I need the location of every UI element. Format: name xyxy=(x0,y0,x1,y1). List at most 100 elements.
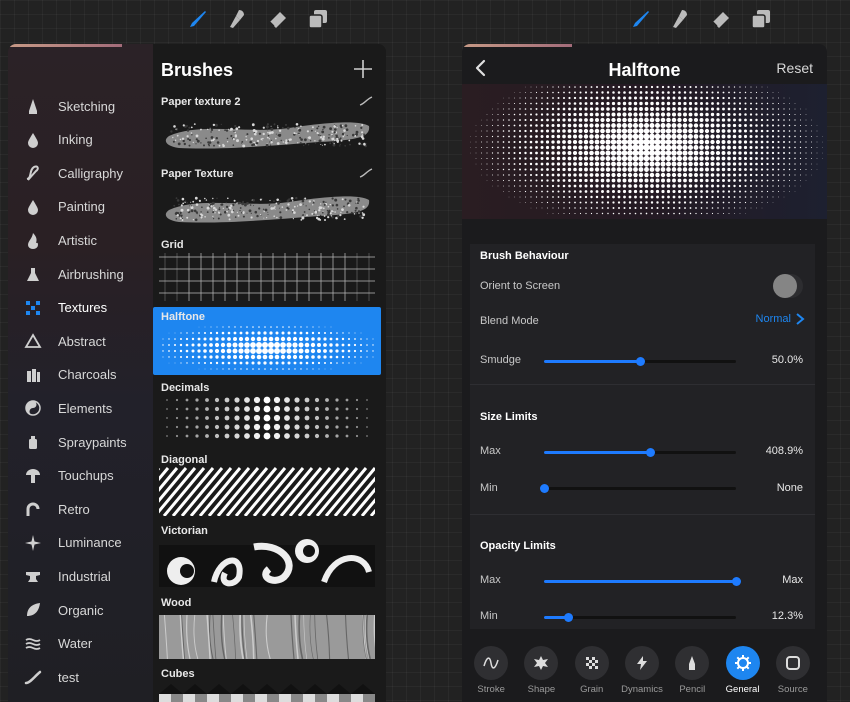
tab-icon-circle xyxy=(524,646,559,680)
tab-stroke[interactable]: Stroke xyxy=(466,646,516,702)
brush-item-grid[interactable]: Grid xyxy=(153,235,381,303)
opacity-min-label: Min xyxy=(480,610,498,622)
brush-stroke-icon-wrap xyxy=(23,667,43,687)
category-calligraphy[interactable]: Calligraphy xyxy=(8,158,153,188)
slider-knob[interactable] xyxy=(563,613,573,622)
orient-to-screen-toggle[interactable] xyxy=(773,274,803,298)
brush-name: Decimals xyxy=(161,382,210,394)
category-charcoals[interactable]: Charcoals xyxy=(8,360,153,390)
brush-name: Diagonal xyxy=(161,453,208,466)
brush-tool-button[interactable] xyxy=(621,0,661,38)
opacity-min-slider[interactable] xyxy=(544,613,736,622)
category-label: Painting xyxy=(58,199,105,215)
category-inking[interactable]: Inking xyxy=(8,125,153,155)
category-label: Airbrushing xyxy=(58,266,124,282)
size-min-value: None xyxy=(776,482,803,494)
category-label: Spraypaints xyxy=(58,434,127,450)
blend-mode-select[interactable]: Normal xyxy=(756,312,805,326)
slider-fill xyxy=(544,451,650,454)
tab-dynamics[interactable]: Dynamics xyxy=(617,646,667,702)
brush-item-decimals[interactable]: Decimals xyxy=(153,378,381,446)
anvil-icon-wrap xyxy=(23,566,43,586)
layers-icon xyxy=(751,10,770,29)
smudge-slider[interactable] xyxy=(544,357,736,366)
spray-can-icon-wrap xyxy=(23,432,43,452)
reset-button[interactable]: Reset xyxy=(776,60,813,76)
brush-studio-panel: Halftone Reset Brush Behaviour Orient to… xyxy=(462,44,827,702)
brush-stroke-preview xyxy=(159,466,375,516)
category-airbrushing[interactable]: Airbrushing xyxy=(8,259,153,289)
orient-to-screen-label: Orient to Screen xyxy=(480,280,561,292)
brush-item-wood[interactable]: Wood xyxy=(153,593,381,661)
brush-tool-button[interactable] xyxy=(178,0,218,38)
eraser-tool-button[interactable] xyxy=(701,0,741,38)
brush-settings: Brush Behaviour Orient to Screen Blend M… xyxy=(470,244,815,629)
tab-general[interactable]: General xyxy=(717,646,767,702)
layers-button[interactable] xyxy=(298,0,338,38)
brush-item-cubes[interactable]: Cubes xyxy=(153,664,381,702)
tab-grain[interactable]: Grain xyxy=(567,646,617,702)
category-spraypaints[interactable]: Spraypaints xyxy=(8,427,153,457)
category-label: Elements xyxy=(58,400,113,416)
anvil-icon xyxy=(26,572,40,583)
brush-stroke-preview xyxy=(165,122,370,149)
tab-label: Pencil xyxy=(679,684,706,695)
tab-shape[interactable]: Shape xyxy=(516,646,566,702)
category-organic[interactable]: Organic xyxy=(8,595,153,625)
slider-knob[interactable] xyxy=(645,448,655,457)
checker-texture-icon-wrap xyxy=(23,298,43,318)
brush-item-paper-texture[interactable]: Paper Texture xyxy=(153,164,381,232)
panel-accent-bar xyxy=(8,44,122,47)
category-abstract[interactable]: Abstract xyxy=(8,326,153,356)
category-elements[interactable]: Elements xyxy=(8,393,153,423)
brush-tool-icon xyxy=(633,11,649,27)
brush-stroke-preview xyxy=(166,396,368,440)
slider-knob[interactable] xyxy=(540,484,549,493)
category-water[interactable]: Water xyxy=(8,629,153,659)
section-title-opacity-limits: Opacity Limits xyxy=(480,540,556,552)
size-max-slider[interactable] xyxy=(544,448,736,457)
eraser-tool-icon xyxy=(269,12,286,28)
category-touchups[interactable]: Touchups xyxy=(8,461,153,491)
category-test[interactable]: test xyxy=(8,662,153,692)
slider-knob[interactable] xyxy=(732,577,741,586)
smudge-tool-icon xyxy=(230,10,244,28)
category-label: Luminance xyxy=(58,535,122,551)
category-retro[interactable]: Retro xyxy=(8,494,153,524)
slider-fill xyxy=(544,580,736,583)
eraser-tool-button[interactable] xyxy=(258,0,298,38)
slider-knob[interactable] xyxy=(636,357,645,366)
category-artistic[interactable]: Artistic xyxy=(8,225,153,255)
brush-item-paper-texture-2[interactable]: Paper texture 2 xyxy=(153,92,381,160)
brush-category-list[interactable]: Sketching Inking Calligraphy Painting Artist… xyxy=(8,44,153,702)
spray-can-icon xyxy=(29,436,37,449)
category-industrial[interactable]: Industrial xyxy=(8,561,153,591)
calligraphy-stroke-icon xyxy=(26,165,39,181)
brush-preview xyxy=(462,84,827,219)
brush-name: Cubes xyxy=(161,668,195,680)
smudge-tool-button[interactable] xyxy=(218,0,258,38)
paint-drop-icon xyxy=(28,199,38,215)
category-painting[interactable]: Painting xyxy=(8,192,153,222)
category-sketching[interactable]: Sketching xyxy=(8,91,153,121)
tab-source[interactable]: Source xyxy=(768,646,818,702)
brush-item-victorian[interactable]: Victorian xyxy=(153,521,381,589)
layers-button[interactable] xyxy=(741,0,781,38)
brush-item-halftone[interactable]: Halftone xyxy=(153,306,381,375)
tab-label: Grain xyxy=(580,684,604,695)
brush-stroke-preview xyxy=(159,539,375,587)
opacity-max-value: Max xyxy=(782,574,803,586)
smudge-tool-button[interactable] xyxy=(661,0,701,38)
size-min-slider[interactable] xyxy=(540,484,736,493)
plus-icon[interactable] xyxy=(352,58,374,80)
opacity-max-slider[interactable] xyxy=(544,577,741,586)
tab-pencil[interactable]: Pencil xyxy=(667,646,717,702)
brush-list[interactable]: Brushes Paper texture 2 Paper Texture Grid… xyxy=(153,44,386,702)
blend-mode-value: Normal xyxy=(755,313,791,325)
category-label: Charcoals xyxy=(58,367,117,383)
category-textures[interactable]: Textures xyxy=(8,293,153,323)
brush-item-diagonal[interactable]: Diagonal xyxy=(153,450,381,518)
category-luminance[interactable]: Luminance xyxy=(8,528,153,558)
section-title-brush-behaviour: Brush Behaviour xyxy=(480,250,569,262)
category-label: Touchups xyxy=(58,468,114,484)
